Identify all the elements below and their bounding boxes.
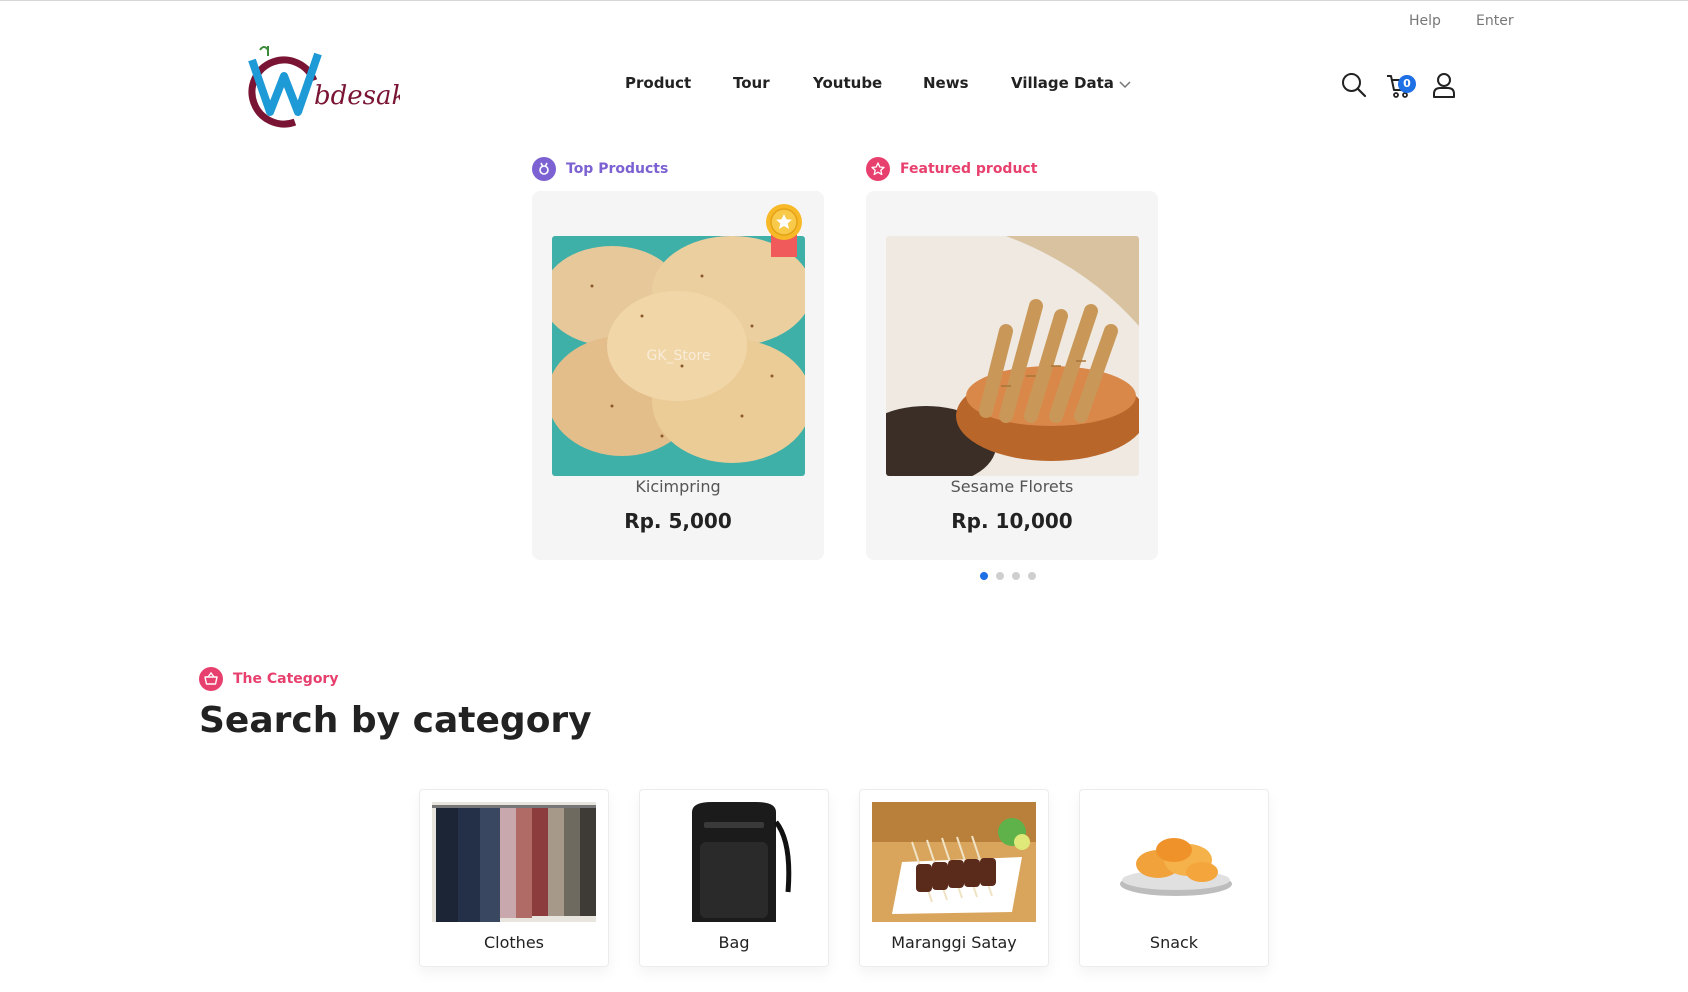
- gold-medal-badge-icon: [763, 203, 805, 263]
- product-price: Rp. 5,000: [624, 509, 732, 533]
- search-icon[interactable]: [1341, 72, 1367, 102]
- category-name: Clothes: [484, 933, 544, 952]
- category-name: Maranggi Satay: [891, 933, 1017, 952]
- category-card-maranggi-satay[interactable]: Maranggi Satay: [859, 789, 1049, 967]
- enter-link[interactable]: Enter: [1476, 13, 1514, 29]
- carousel-dot-1[interactable]: [980, 572, 988, 580]
- category-image-bag: [652, 802, 816, 922]
- category-image-clothes: [432, 802, 596, 922]
- category-image-snack: [1092, 802, 1256, 922]
- help-link[interactable]: Help: [1409, 13, 1441, 29]
- category-tag: The Category: [199, 667, 338, 691]
- carousel-pagination: [980, 572, 1036, 580]
- product-name: Sesame Florets: [950, 477, 1074, 496]
- star-icon: [866, 157, 890, 181]
- category-name: Bag: [718, 933, 750, 952]
- nav-youtube[interactable]: Youtube: [813, 74, 882, 92]
- cart-count-badge: 0: [1398, 75, 1416, 93]
- nav-village-data[interactable]: Village Data: [1011, 74, 1131, 93]
- category-tag-label: The Category: [233, 671, 339, 687]
- category-title: Search by category: [199, 700, 592, 741]
- top-border: [0, 0, 1688, 1]
- carousel-dot-4[interactable]: [1028, 572, 1036, 580]
- svg-text:bdesaku: bdesaku: [314, 81, 400, 111]
- category-name: Snack: [1149, 933, 1199, 952]
- category-card-clothes[interactable]: Clothes: [419, 789, 609, 967]
- nav-village-data-label: Village Data: [1011, 74, 1114, 92]
- product-image-sesame-florets: [886, 236, 1139, 476]
- featured-product-tag: Featured product: [866, 157, 1037, 181]
- medal-icon: [532, 157, 556, 181]
- nav-news[interactable]: News: [923, 74, 969, 92]
- product-image-kicimpring: GK_Store: [552, 236, 805, 476]
- top-products-label: Top Products: [566, 161, 669, 177]
- carousel-dot-3[interactable]: [1012, 572, 1020, 580]
- chevron-down-icon: [1119, 75, 1131, 93]
- nav-tour[interactable]: Tour: [733, 74, 770, 92]
- category-card-bag[interactable]: Bag: [639, 789, 829, 967]
- top-products-tag: Top Products: [532, 157, 668, 181]
- site-logo[interactable]: bdesaku: [238, 42, 424, 130]
- product-name: Kicimpring: [635, 477, 721, 496]
- user-icon[interactable]: [1432, 72, 1456, 102]
- carousel-dot-2[interactable]: [996, 572, 1004, 580]
- product-card-sesame-florets[interactable]: Sesame Florets Rp. 10,000: [866, 191, 1158, 560]
- product-card-kicimpring[interactable]: GK_Store Kicimpring Rp. 5,000: [532, 191, 824, 560]
- nav-product[interactable]: Product: [625, 74, 691, 92]
- category-image-maranggi-satay: [872, 802, 1036, 922]
- category-card-snack[interactable]: Snack: [1079, 789, 1269, 967]
- image-watermark: GK_Store: [646, 348, 711, 364]
- basket-icon: [199, 667, 223, 691]
- featured-product-label: Featured product: [900, 161, 1038, 177]
- product-price: Rp. 10,000: [951, 509, 1073, 533]
